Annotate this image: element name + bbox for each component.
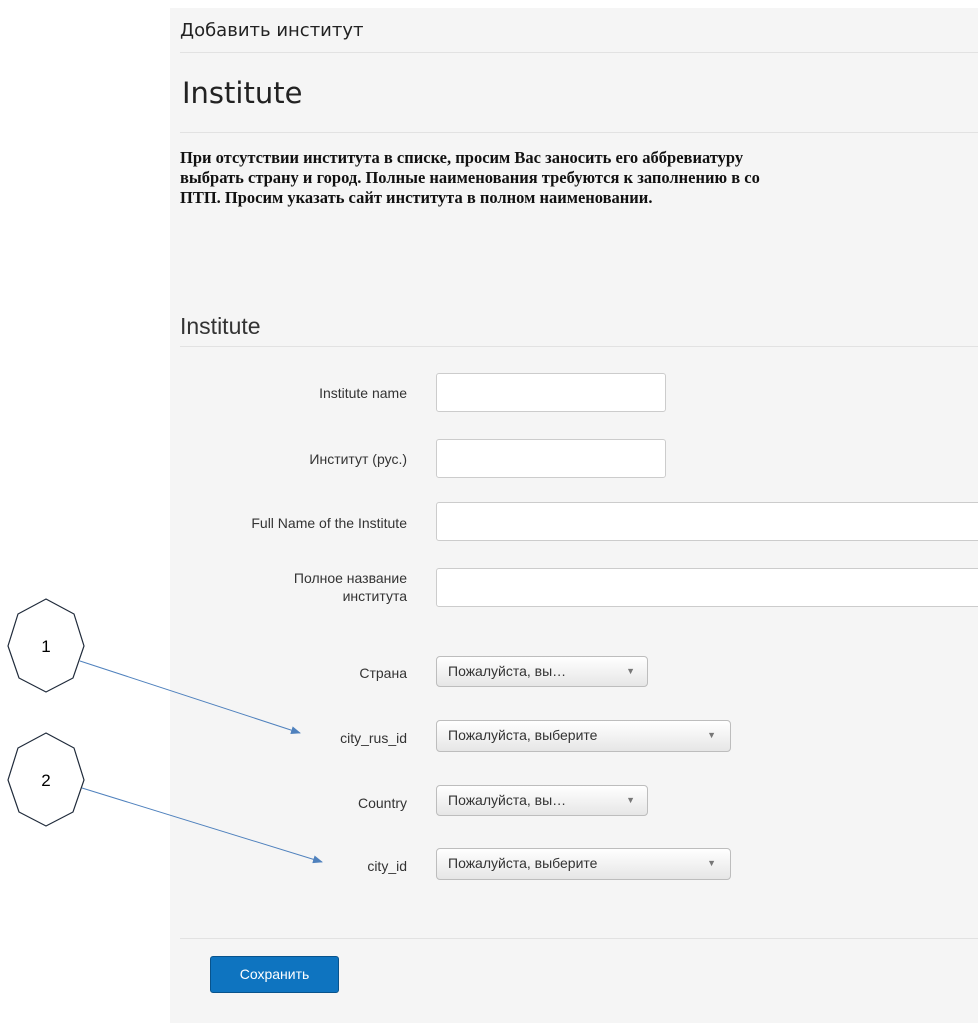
callout-2: 2 [7,732,323,864]
screenshot-canvas: Добавить институт Institute При отсутств… [0,0,978,1023]
arrow-1 [79,660,301,735]
callout-1-number: 1 [41,637,50,656]
arrow-2 [81,787,323,864]
callout-1: 1 [7,598,301,735]
callout-2-number: 2 [41,771,50,790]
annotation-overlay: 1 2 [7,598,323,864]
